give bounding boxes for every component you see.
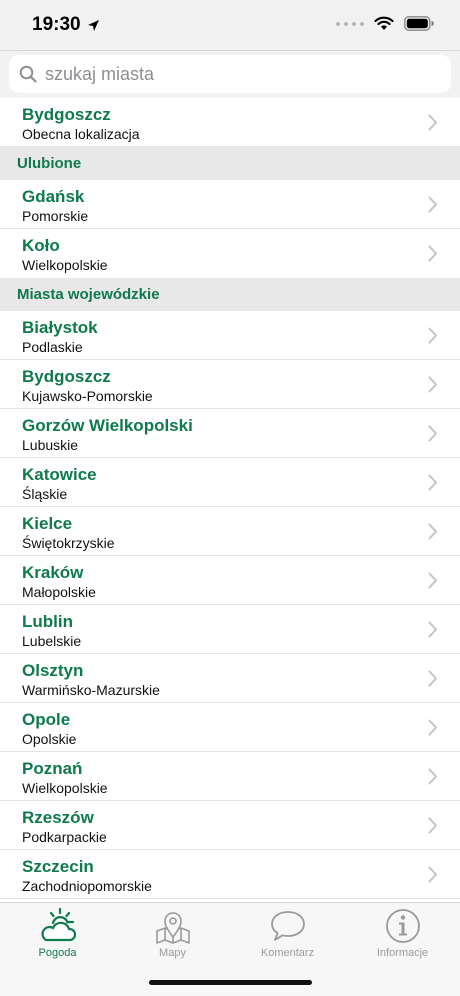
chevron-right-icon [428, 196, 437, 213]
search-icon [19, 65, 37, 83]
list-item[interactable]: Kraków Małopolskie [0, 556, 460, 605]
wifi-icon [374, 16, 394, 30]
search-box[interactable] [9, 55, 451, 93]
region-name: Kujawsko-Pomorskie [22, 388, 153, 404]
region-name: Warmińsko-Mazurskie [22, 682, 160, 698]
list-item[interactable]: Kielce Świętokrzyskie [0, 507, 460, 556]
region-name: Wielkopolskie [22, 780, 108, 796]
list-item[interactable]: Olsztyn Warmińsko-Mazurskie [0, 654, 460, 703]
region-name: Wielkopolskie [22, 257, 108, 273]
region-name: Podkarpackie [22, 829, 107, 845]
tab-label: Mapy [159, 947, 186, 959]
chevron-right-icon [428, 425, 437, 442]
region-name: Podlaskie [22, 339, 83, 355]
speech-bubble-icon [270, 911, 305, 941]
chevron-right-icon [428, 670, 437, 687]
city-name: Białystok [22, 318, 98, 337]
region-name: Małopolskie [22, 584, 96, 600]
weather-icon [40, 907, 76, 942]
chevron-right-icon [428, 245, 437, 262]
city-name: Bydgoszcz [22, 367, 111, 386]
list-item[interactable]: Koło Wielkopolskie [0, 229, 460, 278]
search-input[interactable] [45, 63, 425, 85]
list-item[interactable]: Gorzów Wielkopolski Lubuskie [0, 409, 460, 458]
region-name: Lubuskie [22, 437, 79, 453]
region-name: Zachodniopomorskie [22, 878, 152, 894]
chevron-right-icon [428, 621, 437, 638]
list-item[interactable]: Bydgoszcz Kujawsko-Pomorskie [0, 360, 460, 409]
city-name: Olsztyn [22, 661, 84, 680]
chevron-right-icon [428, 376, 437, 393]
tab-label: Pogoda [38, 947, 77, 959]
region-name: Opolskie [22, 731, 77, 747]
tab-info[interactable]: Informacje [345, 907, 460, 965]
tab-label: Informacje [376, 947, 429, 959]
battery-icon [404, 16, 434, 31]
city-name: Koło [22, 236, 60, 255]
section-header-voivodeship-cities: Miasta wojewódzkie [0, 278, 460, 311]
list-item[interactable]: Poznań Wielkopolskie [0, 752, 460, 801]
section-title: Ulubione [17, 155, 82, 172]
city-name: Poznań [22, 759, 83, 778]
city-name: Kielce [22, 514, 73, 533]
list-item[interactable]: Opole Opolskie [0, 703, 460, 752]
tab-comment[interactable]: Komentarz [230, 907, 345, 965]
list-item[interactable]: Katowice Śląskie [0, 458, 460, 507]
chevron-right-icon [428, 523, 437, 540]
chevron-right-icon [428, 768, 437, 785]
city-name: Opole [22, 710, 71, 729]
city-name: Szczecin [22, 857, 94, 876]
city-name: Gorzów Wielkopolski [22, 416, 193, 435]
home-indicator[interactable] [149, 980, 312, 985]
chevron-right-icon [428, 817, 437, 834]
info-icon [385, 909, 420, 943]
list-item[interactable]: Rzeszów Podkarpackie [0, 801, 460, 850]
signal-dots-icon [336, 21, 364, 26]
status-indicators [336, 16, 434, 31]
city-name: Kraków [22, 563, 84, 582]
tab-weather[interactable]: Pogoda [0, 907, 115, 965]
tab-maps[interactable]: Mapy [115, 907, 230, 965]
list-item[interactable]: Szczecin Zachodniopomorskie [0, 850, 460, 899]
city-name: Bydgoszcz [22, 105, 111, 124]
section-header-favorites: Ulubione [0, 147, 460, 180]
chevron-right-icon [428, 327, 437, 344]
section-title: Miasta wojewódzkie [17, 286, 160, 303]
region-name: Pomorskie [22, 208, 89, 224]
chevron-right-icon [428, 572, 437, 589]
city-name: Rzeszów [22, 808, 94, 827]
status-time: 19:30 [32, 14, 81, 35]
current-location-row[interactable]: Bydgoszcz Obecna lokalizacja [0, 98, 460, 147]
region-name: Śląskie [22, 486, 68, 502]
list-item[interactable]: Lublin Lubelskie [0, 605, 460, 654]
region-name: Lubelskie [22, 633, 82, 649]
tab-label: Komentarz [260, 947, 315, 959]
chevron-right-icon [428, 866, 437, 883]
list-item[interactable]: Gdańsk Pomorskie [0, 180, 460, 229]
chevron-right-icon [428, 114, 437, 131]
city-name: Gdańsk [22, 187, 85, 206]
location-arrow-icon [87, 19, 99, 31]
region-name: Świętokrzyskie [22, 535, 115, 551]
city-name: Katowice [22, 465, 97, 484]
current-location-label: Obecna lokalizacja [22, 126, 140, 142]
city-list: Bydgoszcz Obecna lokalizacja Ulubione Gd… [0, 98, 460, 899]
chevron-right-icon [428, 474, 437, 491]
status-time-group: 19:30 [32, 14, 100, 36]
map-icon [155, 912, 190, 944]
status-bar: 19:30 [0, 0, 460, 50]
list-item[interactable]: Białystok Podlaskie [0, 311, 460, 360]
chevron-right-icon [428, 719, 437, 736]
city-name: Lublin [22, 612, 73, 631]
search-area [0, 50, 460, 98]
